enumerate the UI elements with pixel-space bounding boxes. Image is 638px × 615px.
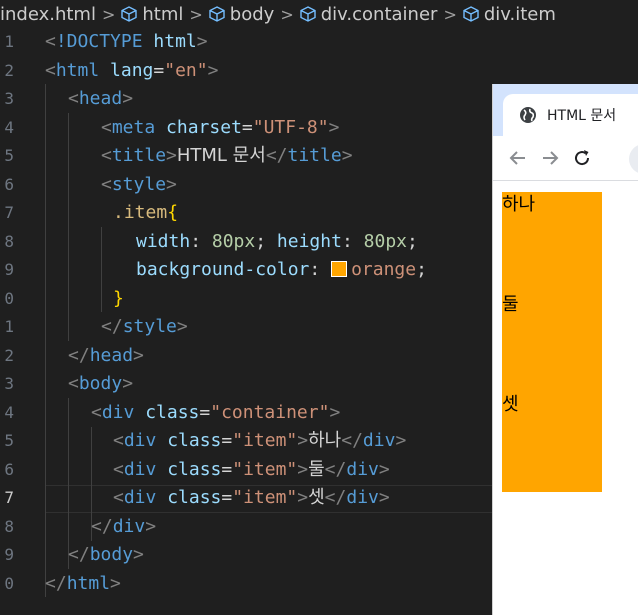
chevron-right-icon: > (280, 4, 294, 24)
line-number: 6 (4, 175, 14, 194)
line-number: 7 (4, 488, 14, 507)
item-box: 셋 (502, 392, 602, 492)
line-number: 9 (4, 260, 14, 279)
code-line: <style> (101, 174, 177, 195)
breadcrumb-item-item[interactable]: div.item (463, 4, 556, 25)
code-line: </head> (68, 345, 144, 366)
symbol-cube-icon (209, 6, 225, 22)
line-number: 0 (4, 574, 14, 593)
line-number: 3 (4, 89, 14, 108)
line-number: 9 (4, 545, 14, 564)
code-line: } (113, 288, 124, 309)
breadcrumb-file[interactable]: index.html (0, 4, 96, 25)
browser-window: HTML 문서 하나 둘 셋 (492, 84, 638, 615)
code-line: <html lang="en"> (45, 60, 219, 81)
item-box: 둘 (502, 292, 602, 392)
line-number: 8 (4, 517, 14, 536)
symbol-cube-icon (463, 6, 479, 22)
code-line: <div class="item">둘</div> (113, 459, 390, 480)
code-line: <head> (68, 88, 134, 109)
line-number: 6 (4, 460, 14, 479)
color-swatch[interactable] (331, 260, 348, 277)
symbol-cube-icon (121, 6, 138, 22)
line-number: 5 (4, 146, 14, 165)
line-number: 5 (4, 431, 14, 450)
code-line: <div class="item">셋</div> (113, 487, 390, 508)
line-number: 1 (4, 32, 14, 51)
chevron-right-icon: > (101, 4, 116, 24)
breadcrumb-item-body[interactable]: body (209, 4, 274, 25)
code-line: </body> (68, 544, 144, 565)
symbol-cube-icon (300, 6, 316, 22)
code-line: <meta charset="UTF-8"> (101, 117, 340, 138)
indent-guide (45, 84, 46, 597)
code-line: <!DOCTYPE html> (45, 31, 208, 52)
line-number: 2 (4, 61, 14, 80)
line-number: 0 (4, 289, 14, 308)
line-number: 8 (4, 232, 14, 251)
address-bar[interactable] (629, 144, 638, 174)
line-number: 4 (4, 403, 14, 422)
tab-title: HTML 문서 (547, 108, 617, 124)
code-line: <title>HTML 문서</title> (101, 145, 353, 166)
code-line: <div class="container"> (91, 402, 341, 423)
browser-toolbar (493, 136, 638, 181)
breadcrumb-item-html[interactable]: html (121, 4, 183, 25)
breadcrumb-item-container[interactable]: div.container (300, 4, 437, 25)
code-line: </html> (45, 573, 121, 594)
line-number: 7 (4, 203, 14, 222)
back-arrow-icon[interactable] (507, 147, 529, 169)
page-viewport: 하나 둘 셋 (493, 181, 638, 615)
line-number: 2 (4, 346, 14, 365)
code-line: width: 80px; height: 80px; (136, 231, 418, 252)
indent-guide (101, 227, 102, 312)
browser-tab[interactable]: HTML 문서 (503, 94, 638, 136)
line-number: 3 (4, 374, 14, 393)
globe-icon (520, 107, 536, 123)
chevron-right-icon: > (443, 4, 457, 24)
code-line: <body> (68, 373, 134, 394)
chevron-right-icon: > (189, 4, 203, 24)
forward-arrow-icon[interactable] (539, 147, 561, 169)
code-line: .item{ (113, 202, 179, 223)
code-line: background-color: orange; (136, 259, 427, 280)
tab-strip: HTML 문서 (493, 84, 638, 136)
indent-guide (68, 113, 69, 341)
item-box: 하나 (502, 192, 602, 292)
reload-icon[interactable] (571, 147, 593, 169)
line-number: 1 (4, 317, 14, 336)
line-number: 4 (4, 118, 14, 137)
code-line: <div class="item">하나</div> (113, 430, 407, 451)
breadcrumb: index.html > html > body > div.container… (0, 0, 638, 28)
code-line: </style> (101, 316, 188, 337)
code-line: </div> (91, 516, 157, 537)
